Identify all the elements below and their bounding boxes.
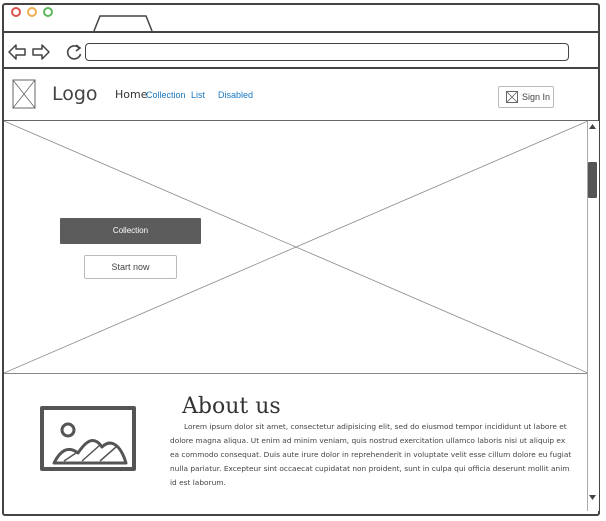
- url-input[interactable]: [85, 43, 569, 61]
- reload-icon[interactable]: [65, 43, 83, 61]
- close-window-button[interactable]: [11, 7, 21, 17]
- nav-link-list[interactable]: List: [191, 90, 205, 100]
- forward-arrow-icon[interactable]: [31, 43, 51, 61]
- maximize-window-button[interactable]: [43, 7, 53, 17]
- about-title: About us: [182, 394, 281, 419]
- browser-tab[interactable]: [92, 14, 156, 32]
- about-body-text: Lorem ipsum dolor sit amet, consectetur …: [170, 422, 572, 487]
- logo-image-placeholder-icon: [12, 79, 36, 109]
- collection-button[interactable]: Collection: [60, 218, 201, 244]
- hero-image-placeholder-icon: [4, 121, 588, 373]
- sign-in-image-icon: [506, 91, 518, 103]
- scroll-down-icon[interactable]: [588, 494, 597, 501]
- start-now-button[interactable]: Start now: [84, 255, 177, 279]
- sign-in-label: Sign In: [522, 92, 551, 102]
- about-image-icon: [40, 406, 136, 471]
- nav-link-disabled[interactable]: Disabled: [218, 90, 253, 100]
- minimize-window-button[interactable]: [27, 7, 37, 17]
- back-arrow-icon[interactable]: [7, 43, 27, 61]
- nav-link-home[interactable]: Home: [115, 88, 147, 101]
- scroll-up-icon[interactable]: [588, 123, 597, 130]
- nav-link-collection[interactable]: Collection: [146, 90, 186, 100]
- scrollbar-thumb[interactable]: [588, 162, 597, 198]
- logo-text[interactable]: Logo: [52, 83, 98, 105]
